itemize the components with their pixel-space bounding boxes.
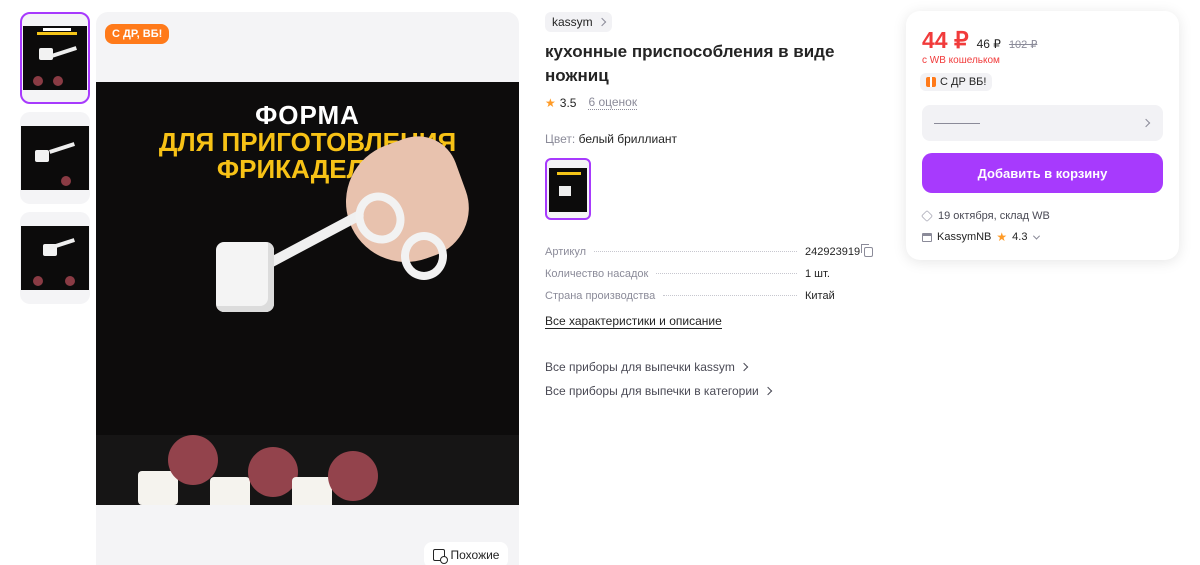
price-without-wallet: 46 ₽	[976, 37, 1001, 51]
seller-name: KassymNB	[937, 231, 992, 243]
spec-leader	[663, 295, 797, 296]
thumbnail-2[interactable]	[20, 112, 90, 204]
chevron-right-icon	[597, 17, 606, 27]
rating-value: 3.5	[559, 95, 577, 110]
shop-icon	[922, 232, 932, 242]
chevron-right-icon	[763, 386, 772, 396]
cheese-cube	[292, 477, 332, 505]
color-value: белый бриллиант	[578, 132, 678, 146]
color-line: Цвет: белый бриллиант	[545, 132, 875, 146]
delivery-info: 19 октября, склад WB	[920, 209, 1050, 223]
spec-leader	[656, 273, 797, 274]
size-placeholder-line	[934, 122, 980, 124]
similar-label: Похожие	[450, 548, 500, 562]
article-number: 242923919	[805, 246, 861, 258]
star-icon: ★	[545, 95, 556, 110]
specs-table: Артикул 242923919 Количество насадок 1 ш…	[545, 244, 875, 329]
tool-mold	[216, 242, 274, 312]
product-title: кухонные приспособления в виде ножниц	[545, 42, 835, 85]
all-specs-link[interactable]: Все характеристики и описание	[545, 314, 722, 329]
box-icon	[920, 209, 934, 223]
spec-row: Количество насадок 1 шт.	[545, 268, 875, 290]
similar-button[interactable]: Похожие	[424, 542, 508, 565]
promo-chip-label: С ДР ВБ!	[940, 76, 987, 88]
copy-icon[interactable]	[861, 244, 874, 257]
category-link[interactable]: Все приборы для выпечки в категории	[545, 379, 875, 403]
product-page: С ДР, ВБ! ФОРМА ДЛЯ ПРИГОТОВЛЕНИЯ ФРИКАД…	[0, 0, 1200, 565]
thumbnail-3[interactable]	[20, 212, 90, 304]
gift-icon	[926, 77, 936, 87]
star-icon: ★	[996, 230, 1008, 244]
thumbnail-image	[21, 126, 89, 190]
cheese-cube	[138, 471, 178, 505]
similar-search-icon	[432, 549, 448, 564]
color-swatch[interactable]	[545, 158, 591, 220]
thumbnail-list	[20, 12, 90, 312]
spec-row: Страна производства Китай	[545, 290, 875, 312]
meatball	[328, 451, 378, 501]
price-old: 102 ₽	[1008, 39, 1038, 51]
buy-box: 44 ₽ 46 ₽ 102 ₽ с WB кошельком С ДР ВБ! …	[906, 11, 1179, 260]
spec-key: Страна производства	[545, 290, 656, 302]
product-info: kassym кухонные приспособления в виде но…	[545, 12, 875, 403]
chevron-right-icon	[739, 362, 749, 372]
add-to-cart-button[interactable]: Добавить в корзину	[922, 153, 1163, 193]
spec-key: Артикул	[545, 246, 587, 258]
brand-link[interactable]: kassym	[545, 12, 612, 32]
size-select[interactable]	[922, 105, 1163, 141]
reviews-link[interactable]: 6 оценок	[588, 95, 638, 110]
product-photo: ФОРМА ДЛЯ ПРИГОТОВЛЕНИЯ ФРИКАДЕЛЕК	[96, 82, 519, 505]
spec-key: Количество насадок	[545, 268, 649, 280]
wallet-note: с WB кошельком	[922, 55, 1000, 66]
rating-row: ★ 3.5 6 оценок	[545, 95, 875, 110]
meatball	[248, 447, 298, 497]
seller-info[interactable]: KassymNB ★ 4.3	[922, 230, 1041, 244]
promo-badge: С ДР, ВБ!	[105, 24, 170, 44]
spec-value: Китай	[805, 290, 835, 302]
main-product-image[interactable]: С ДР, ВБ! ФОРМА ДЛЯ ПРИГОТОВЛЕНИЯ ФРИКАД…	[96, 12, 519, 565]
spec-value: 242923919	[805, 244, 875, 258]
chevron-right-icon	[1141, 118, 1151, 128]
spec-row: Артикул 242923919	[545, 244, 875, 268]
link-label: Все приборы для выпечки kassym	[545, 360, 735, 374]
swatch-image	[549, 168, 587, 212]
tool-arm	[263, 208, 366, 270]
link-label: Все приборы для выпечки в категории	[545, 384, 759, 398]
thumbnail-image	[21, 226, 89, 290]
spec-value: 1 шт.	[805, 268, 830, 280]
spec-leader	[594, 251, 797, 252]
color-label: Цвет:	[545, 132, 576, 146]
tool-ring	[401, 232, 447, 280]
chevron-down-icon	[1033, 232, 1041, 240]
cheese-cube	[210, 477, 250, 505]
thumbnail-1[interactable]	[20, 12, 90, 104]
delivery-date: 19 октября, склад WB	[938, 210, 1050, 222]
thumbnail-image	[23, 26, 87, 90]
price-current: 44 ₽	[922, 27, 969, 53]
seller-rating: 4.3	[1012, 231, 1028, 243]
brand-category-link[interactable]: Все приборы для выпечки kassym	[545, 355, 875, 379]
price-row: 44 ₽ 46 ₽ 102 ₽	[922, 27, 1037, 54]
brand-name: kassym	[552, 15, 593, 29]
promo-chip: С ДР ВБ!	[920, 73, 993, 91]
related-links: Все приборы для выпечки kassym Все прибо…	[545, 355, 875, 403]
